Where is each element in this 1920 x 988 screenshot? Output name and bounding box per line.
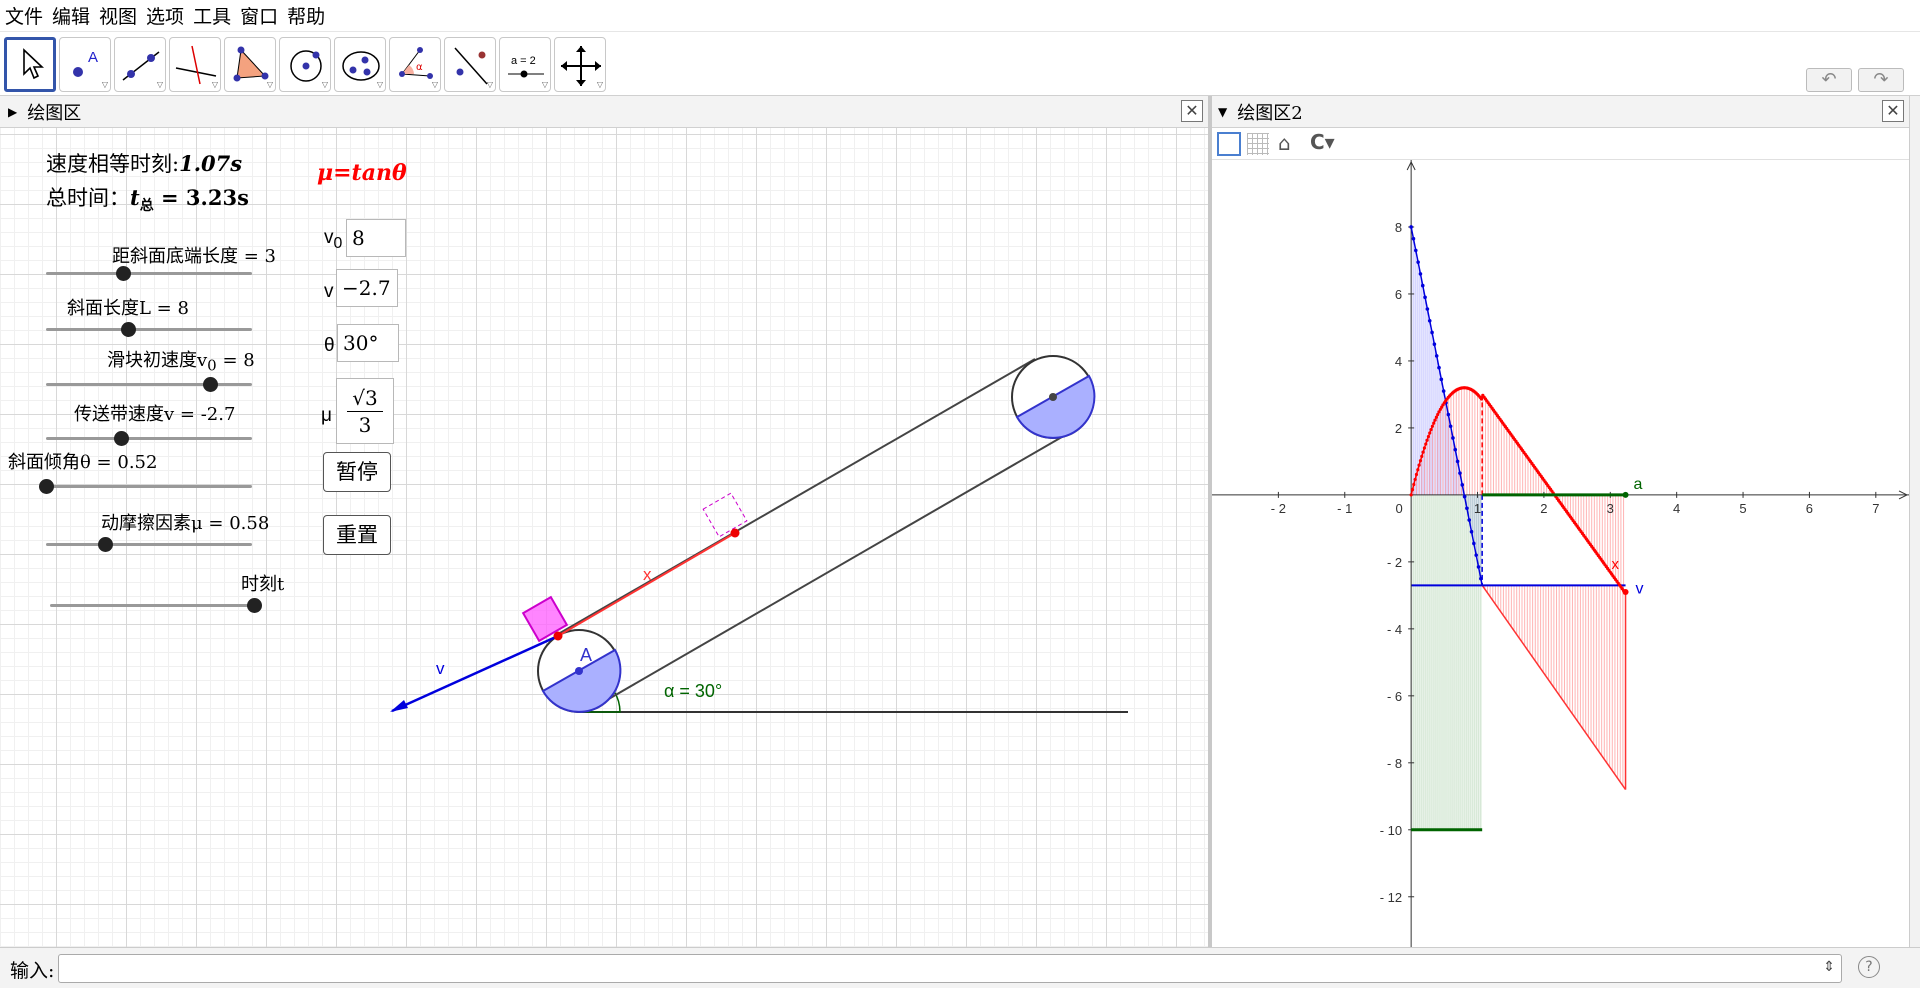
point-tool-label: A — [88, 49, 98, 66]
graphics2-view[interactable]: - 2- 1012345678642- 2- 4- 6- 8- 10- 12 a x… — [1212, 160, 1909, 947]
chevron-down-icon: ▽ — [596, 80, 603, 89]
chevron-down-icon: ▽ — [541, 80, 548, 89]
dropdown-icon[interactable]: ⇕ — [1823, 959, 1835, 975]
y-tick-label: - 12 — [1380, 890, 1402, 905]
polygon-tool-button[interactable]: ▽ — [224, 37, 276, 92]
menu-item[interactable]: 帮助 — [282, 2, 329, 29]
menu-item[interactable]: 编辑 — [47, 2, 94, 29]
conic-tool-button[interactable]: ▽ — [334, 37, 386, 92]
chevron-down-icon: ▽ — [431, 80, 438, 89]
slider-tool-button[interactable]: a = 2 ▽ — [499, 37, 551, 92]
chevron-down-icon: ▽ — [321, 80, 328, 89]
y-tick-label: 8 — [1395, 220, 1402, 235]
menu-item[interactable]: 选项 — [141, 2, 188, 29]
graphics-view[interactable]: 速度相等时刻:1.07s 总时间：t总 = 3.23s μ=tanθ 距斜面底端… — [0, 128, 1208, 947]
grid-toggle-icon[interactable] — [1247, 133, 1269, 155]
slider-tool-label: a = 2 — [511, 55, 536, 67]
chevron-down-icon: ▽ — [101, 80, 108, 89]
y-tick-label: - 8 — [1387, 756, 1402, 771]
conveyor-scene: v x A α = 30° — [390, 355, 1128, 713]
label-x: x — [1612, 556, 1620, 573]
x-tick-label: 3 — [1607, 501, 1614, 516]
perpendicular-tool-button[interactable]: ▽ — [169, 37, 221, 92]
chevron-down-icon: ▽ — [211, 80, 218, 89]
displacement-x-line — [557, 532, 736, 637]
home-icon[interactable]: ⌂ — [1278, 131, 1291, 155]
label-x: x — [643, 565, 652, 584]
graphics2-style-bar: ⌂ C▾ — [1212, 128, 1909, 160]
input-label: 输入: — [10, 960, 55, 982]
x-tick-label: 6 — [1806, 501, 1813, 516]
top-pulley-center — [1049, 393, 1057, 401]
velocity-v-arrow — [391, 634, 559, 713]
angle-label: α = 30° — [664, 681, 722, 701]
y-tick-label: 4 — [1395, 354, 1402, 369]
label-A: A — [580, 645, 592, 665]
menu-item[interactable]: 窗口 — [235, 2, 282, 29]
input-bar: 输入: ⇕ ? — [0, 947, 1920, 988]
bottom-pulley-center — [575, 667, 583, 675]
y-tick-label: - 6 — [1387, 689, 1402, 704]
reflect-tool-button[interactable]: ▽ — [444, 37, 496, 92]
y-tick-label: - 10 — [1380, 823, 1402, 838]
x-tick-label: 7 — [1872, 501, 1879, 516]
x-tick-label: - 1 — [1337, 501, 1352, 516]
chevron-down-icon: ▽ — [156, 80, 163, 89]
move-view-tool-button[interactable]: ▽ — [554, 37, 606, 92]
chevron-down-icon: ▽ — [486, 80, 493, 89]
close-icon[interactable]: ✕ — [1882, 100, 1904, 122]
line-tool-button[interactable]: ▽ — [114, 37, 166, 92]
undo-button[interactable]: ↶ — [1806, 68, 1852, 92]
velocity-arrow-head — [390, 700, 408, 712]
menu-item[interactable]: 视图 — [94, 2, 141, 29]
x-tick-label: 4 — [1673, 501, 1680, 516]
axes-toggle-icon[interactable] — [1217, 132, 1241, 156]
graphics-panel-header: ▶ 绘图区 ✕ — [0, 96, 1208, 128]
circle-tool-button[interactable]: ▽ — [279, 37, 331, 92]
y-tick-label: 6 — [1395, 287, 1402, 302]
x-tick-label: 1 — [1474, 501, 1481, 516]
right-edge-strip — [1909, 96, 1920, 947]
ghost-block — [702, 492, 748, 538]
label-v: v — [1636, 580, 1644, 597]
toolbar: A▽ ▽ ▽ ▽ ▽ ▽ α▽ ▽ a = 2▽ ▽ ↶ ↷ ? ⚙ — [0, 32, 1920, 115]
x-tick-label: 0 — [1396, 501, 1403, 516]
close-icon[interactable]: ✕ — [1181, 100, 1203, 122]
x-series-endpoint — [1622, 589, 1629, 596]
point-tool-button[interactable]: A ▽ — [59, 37, 111, 92]
command-input[interactable]: ⇕ — [58, 954, 1842, 983]
menu-item[interactable]: 文件 — [0, 2, 47, 29]
triangle-right-icon[interactable]: ▶ — [8, 105, 17, 119]
belt-bottom — [599, 429, 1075, 705]
y-tick-label: - 2 — [1387, 555, 1402, 570]
chevron-down-icon: ▽ — [376, 80, 383, 89]
triangle-down-icon[interactable]: ▼ — [1218, 105, 1227, 119]
a-series-endpoint — [1622, 491, 1629, 498]
label-v: v — [436, 659, 445, 678]
graphics-panel-title: 绘图区 — [27, 102, 82, 124]
y-tick-label: 2 — [1395, 421, 1402, 436]
angle-tool-button[interactable]: α ▽ — [389, 37, 441, 92]
graphics2-panel-title: 绘图区2 — [1237, 102, 1303, 124]
input-help-icon[interactable]: ? — [1858, 956, 1880, 978]
x-tick-label: 5 — [1739, 501, 1746, 516]
menu-item[interactable]: 工具 — [188, 2, 235, 29]
end-point[interactable] — [730, 528, 740, 538]
belt-top — [559, 358, 1036, 634]
redo-button[interactable]: ↷ — [1858, 68, 1904, 92]
x-tick-label: 2 — [1540, 501, 1547, 516]
label-a: a — [1634, 476, 1643, 493]
block-point[interactable] — [553, 631, 563, 641]
graphics2-panel-header: ▼ 绘图区2 ✕ — [1212, 96, 1909, 128]
angle-tool-label: α — [416, 62, 423, 73]
chart-svg: - 2- 1 0 1 2 3 4 5 6 78642- 2- 4- 6- 8- 10- 12ax… — [1212, 160, 1909, 947]
view-options-icon[interactable]: C▾ — [1310, 130, 1335, 154]
y-tick-label: - 4 — [1387, 622, 1402, 637]
move-tool-button[interactable] — [4, 37, 56, 92]
chevron-down-icon: ▽ — [266, 80, 273, 89]
menu-bar: 文件 编辑 视图 选项 工具 窗口 帮助 — [0, 0, 1920, 32]
x-tick-label: - 2 — [1271, 501, 1286, 516]
